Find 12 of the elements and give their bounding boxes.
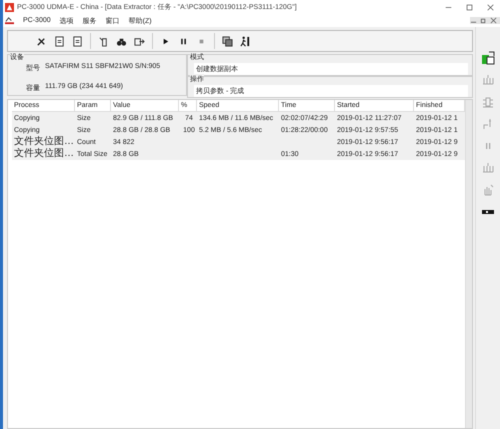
figure-icon[interactable]: [240, 36, 251, 46]
close-icon[interactable]: [490, 17, 497, 24]
database-icon[interactable]: [481, 51, 495, 65]
stack-icon[interactable]: [222, 36, 233, 46]
scroll-bar[interactable]: [465, 100, 472, 428]
document-icon[interactable]: [72, 36, 83, 46]
document-icon[interactable]: [54, 36, 65, 46]
maximize-icon[interactable]: [466, 4, 473, 10]
close-icon[interactable]: [487, 4, 494, 10]
restore-icon[interactable]: [480, 17, 487, 24]
app-menu-icon[interactable]: [5, 16, 14, 25]
export-icon[interactable]: [134, 36, 145, 46]
